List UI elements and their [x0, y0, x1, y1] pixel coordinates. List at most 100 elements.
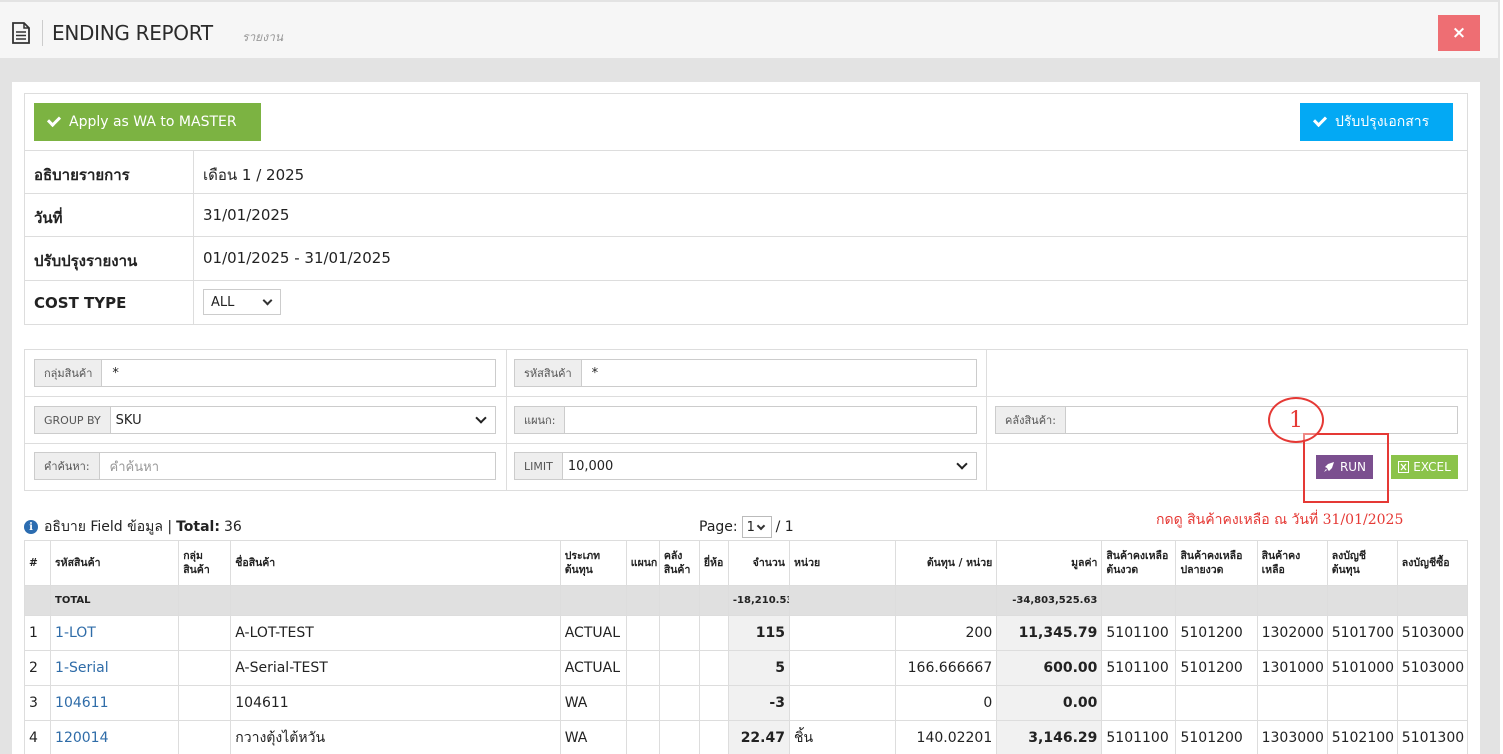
- cell-no: 4: [23, 720, 52, 754]
- info-row-cost-type: COST TYPE ALL: [25, 280, 1467, 325]
- chevron-down-icon: [956, 458, 968, 470]
- pagination: Page: 1 / 1: [699, 516, 794, 538]
- col-header-no[interactable]: #: [23, 540, 52, 586]
- cell-c4: 5101700: [1326, 615, 1398, 651]
- cell-qty: 22.47: [727, 720, 790, 754]
- apply-wa-label: Apply as WA to MASTER: [69, 114, 237, 130]
- check-icon: [1312, 112, 1328, 128]
- col-header-acct-purchase[interactable]: ลงบัญชีซื้อ: [1396, 540, 1469, 586]
- cell-sku: 104611: [50, 685, 180, 721]
- col-header-stock-end[interactable]: สินค้าคงเหลือ ปลายงวด: [1175, 540, 1258, 586]
- total-qty: -18,210.53: [727, 585, 790, 616]
- cell-dept: [625, 720, 660, 754]
- col-header-sku[interactable]: รหัสสินค้า: [50, 540, 180, 586]
- group-by-value: SKU: [115, 412, 142, 428]
- table-row: 2 1-Serial A-Serial-TEST ACTUAL 5 166.666667 6…: [23, 650, 1469, 686]
- limit-select[interactable]: LIMIT 10,000: [514, 452, 977, 480]
- cell-name: กวางตุ้งไต้หวัน: [230, 720, 561, 754]
- cell-group: [178, 720, 232, 754]
- cost-type-value: ALL: [211, 294, 235, 310]
- sku-value: *: [591, 365, 599, 381]
- info-icon[interactable]: i: [24, 520, 38, 534]
- col-header-value[interactable]: มูลค่า: [996, 540, 1103, 586]
- col-header-unit[interactable]: หน่วย: [788, 540, 897, 586]
- col-header-name[interactable]: ชื่อสินค้า: [230, 540, 561, 586]
- cell-name: 104611: [230, 685, 561, 721]
- cell-unit: [788, 615, 897, 651]
- cell-c4: [1326, 685, 1398, 721]
- department-field[interactable]: แผนก:: [514, 406, 977, 434]
- cell-c3: 1301000: [1256, 650, 1328, 686]
- cell-cost_type: ACTUAL: [559, 650, 627, 686]
- cell-c4: 5102100: [1326, 720, 1398, 754]
- page-total: / 1: [775, 519, 794, 535]
- title-bar: ENDING REPORT รายงาน ×: [0, 0, 1500, 58]
- update-document-button[interactable]: ปรับปรุงเอกสาร: [1300, 103, 1453, 141]
- cell-c5: 5103000: [1396, 615, 1469, 651]
- cell-dept: [625, 615, 660, 651]
- page-select[interactable]: 1: [741, 516, 772, 538]
- cell-value: 11,345.79: [996, 615, 1103, 651]
- cell-unit: [788, 650, 897, 686]
- cell-cost_type: WA: [559, 685, 627, 721]
- cell-group: [178, 685, 232, 721]
- cell-qty: -3: [727, 685, 790, 721]
- department-label: แผนก:: [515, 407, 566, 433]
- col-header-cost-type[interactable]: ประเภท ต้นทุน: [559, 540, 627, 586]
- cell-qty: 5: [727, 650, 790, 686]
- sku-link[interactable]: 1-LOT: [55, 625, 96, 641]
- cell-c2: [1175, 685, 1258, 721]
- col-header-acct-cost[interactable]: ลงบัญชี ต้นทุน: [1326, 540, 1398, 586]
- cell-no: 2: [23, 650, 52, 686]
- group-by-select[interactable]: GROUP BY SKU: [34, 406, 496, 434]
- cell-sku: 1-LOT: [50, 615, 180, 651]
- product-group-value: *: [112, 365, 119, 381]
- sku-field[interactable]: รหัสสินค้า *: [514, 359, 977, 387]
- report-table: # รหัสสินค้า กลุ่ม สินค้า ชื่อสินค้า ประ…: [23, 540, 1469, 754]
- limit-label: LIMIT: [515, 453, 563, 479]
- col-header-brand[interactable]: ยี่ห้อ: [698, 540, 729, 586]
- chevron-down-icon: [756, 521, 766, 530]
- close-button[interactable]: ×: [1438, 15, 1480, 51]
- warehouse-field[interactable]: คลังสินค้า:: [995, 406, 1458, 434]
- table-header-row: # รหัสสินค้า กลุ่ม สินค้า ชื่อสินค้า ประ…: [23, 540, 1469, 586]
- cell-wh: [658, 615, 700, 651]
- col-header-stock-begin[interactable]: สินค้าคงเหลือ ต้นงวด: [1101, 540, 1177, 586]
- check-icon: [46, 112, 62, 128]
- search-field[interactable]: คำค้นหา: คำค้นหา: [34, 452, 496, 480]
- col-header-dept[interactable]: แผนก: [625, 540, 660, 586]
- cell-unit_cost: 0: [895, 685, 998, 721]
- sku-link[interactable]: 104611: [55, 695, 108, 711]
- col-header-unit-cost[interactable]: ต้นทุน / หน่วย: [895, 540, 998, 586]
- cell-c4: 5101000: [1326, 650, 1398, 686]
- excel-label: EXCEL: [1413, 460, 1451, 474]
- cost-type-select[interactable]: ALL: [203, 289, 281, 315]
- annotation-highlight-box: [1303, 433, 1389, 503]
- field-summary: i อธิบาย Field ข้อมูล | Total: 36: [24, 516, 242, 538]
- col-header-stock[interactable]: สินค้าคงเหลือ: [1256, 540, 1328, 586]
- sku-link[interactable]: 1-Serial: [55, 660, 109, 676]
- cell-group: [178, 615, 232, 651]
- cell-brand: [698, 650, 729, 686]
- product-group-label: กลุ่มสินค้า: [35, 360, 103, 386]
- excel-file-icon: [1398, 461, 1410, 473]
- warehouse-label: คลังสินค้า:: [996, 407, 1066, 433]
- total-row: TOTAL -18,210.53 -34,803,525.63: [23, 585, 1469, 616]
- sku-link[interactable]: 120014: [55, 730, 108, 746]
- cell-wh: [658, 650, 700, 686]
- product-group-field[interactable]: กลุ่มสินค้า *: [34, 359, 496, 387]
- search-input[interactable]: คำค้นหา: [100, 456, 495, 477]
- cell-c1: 5101100: [1101, 720, 1177, 754]
- cell-unit_cost: 140.02201: [895, 720, 998, 754]
- adjust-label: ปรับปรุงรายงาน: [34, 252, 138, 270]
- col-header-warehouse[interactable]: คลัง สินค้า: [658, 540, 700, 586]
- document-icon: [12, 22, 30, 44]
- apply-wa-button[interactable]: Apply as WA to MASTER: [34, 103, 261, 141]
- cell-c3: [1256, 685, 1328, 721]
- cell-c3: 1303000: [1256, 720, 1328, 754]
- col-header-group[interactable]: กลุ่ม สินค้า: [178, 540, 232, 586]
- col-header-qty[interactable]: จำนวน: [727, 540, 790, 586]
- date-label: วันที่: [34, 209, 63, 227]
- cell-c2: 5101200: [1175, 720, 1258, 754]
- excel-button[interactable]: EXCEL: [1391, 455, 1458, 479]
